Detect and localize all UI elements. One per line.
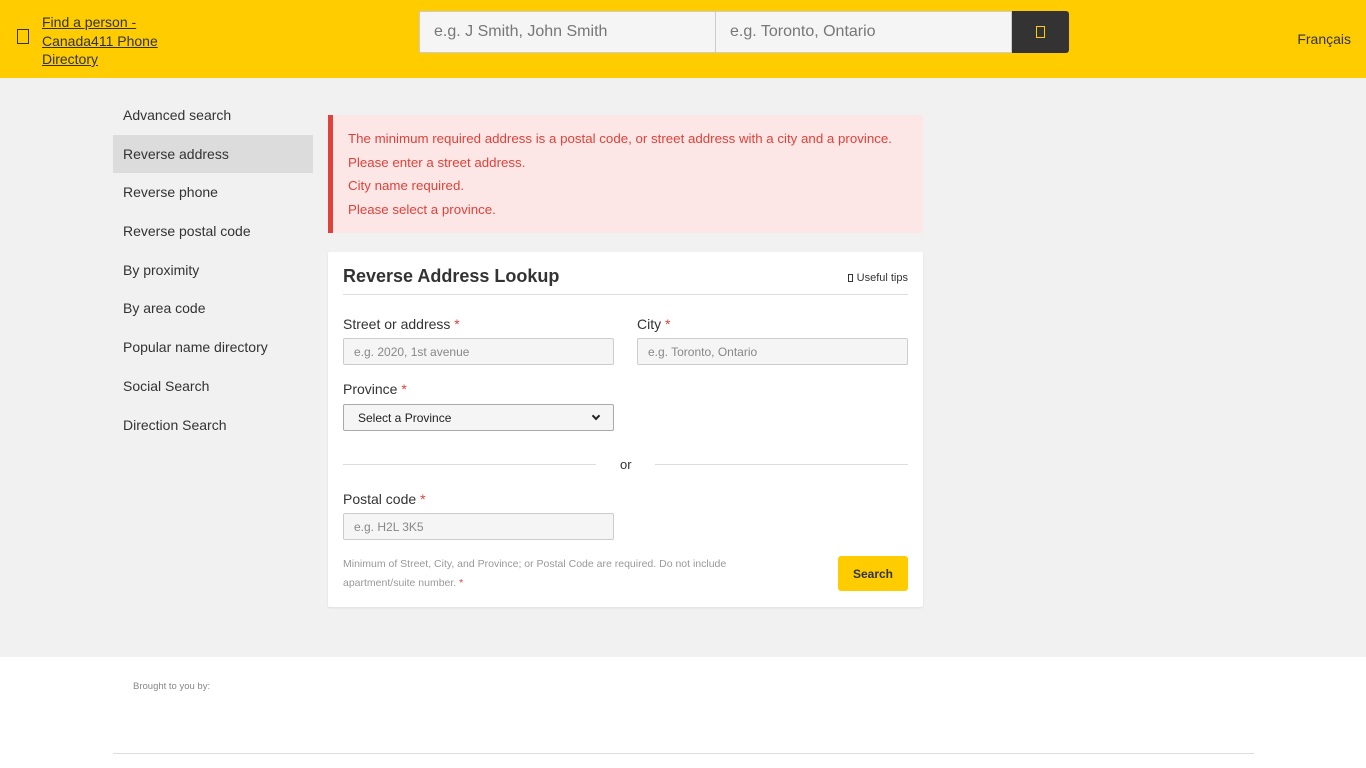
or-divider-left <box>343 464 596 465</box>
language-toggle-link[interactable]: Français <box>1297 31 1351 47</box>
chevron-down-icon <box>591 411 601 421</box>
search-icon <box>1036 26 1045 38</box>
city-label: City * <box>637 316 670 332</box>
city-label-text: City <box>637 316 662 332</box>
required-marker: * <box>420 491 426 507</box>
location-search-input[interactable] <box>716 11 1012 53</box>
form-help-text: Minimum of Street, City, and Province; o… <box>343 555 763 593</box>
help-text-body: Minimum of Street, City, and Province; o… <box>343 558 727 589</box>
site-footer: Brought to you by: <box>0 657 1366 768</box>
required-marker: * <box>665 316 671 332</box>
form-title: Reverse Address Lookup <box>343 266 560 286</box>
header-search-bar <box>419 11 1069 53</box>
alert-message: Please select a province. <box>348 202 496 218</box>
or-divider-right <box>655 464 908 465</box>
alert-message: Please enter a street address. <box>348 154 526 170</box>
logo-alt-text: Find a person - Canada411 Phone Director… <box>42 14 158 67</box>
sidebar-item-direction-search[interactable]: Direction Search <box>113 406 313 445</box>
sidebar-item-popular-name-directory[interactable]: Popular name directory <box>113 328 313 367</box>
province-label: Province * <box>343 381 407 397</box>
required-marker: * <box>454 316 460 332</box>
site-header: Find a person - Canada411 Phone Director… <box>0 0 1366 78</box>
street-address-input[interactable] <box>343 338 614 365</box>
useful-tips-link[interactable]: Useful tips <box>847 272 908 284</box>
lightbulb-icon <box>847 274 853 282</box>
required-marker: * <box>401 381 407 397</box>
hamburger-icon[interactable] <box>17 29 29 44</box>
sidebar-item-social-search[interactable]: Social Search <box>113 367 313 406</box>
province-label-text: Province <box>343 381 398 397</box>
brought-to-you-by-text: Brought to you by: <box>133 681 211 692</box>
alert-message: City name required. <box>348 178 465 194</box>
header-search-button[interactable] <box>1012 11 1069 53</box>
required-marker: * <box>459 577 464 589</box>
street-label: Street or address * <box>343 316 460 332</box>
site-logo-link[interactable]: Find a person - Canada411 Phone Director… <box>42 13 172 69</box>
sidebar-item-reverse-postal-code[interactable]: Reverse postal code <box>113 212 313 251</box>
city-input[interactable] <box>637 338 908 365</box>
sidebar-item-reverse-address[interactable]: Reverse address <box>113 134 313 174</box>
reverse-address-form-card: Reverse Address Lookup Useful tips Stree… <box>328 252 923 607</box>
title-divider <box>343 294 908 295</box>
province-select[interactable]: Select a Province <box>343 404 614 431</box>
or-separator-text: or <box>620 457 632 472</box>
name-search-input[interactable] <box>419 11 716 53</box>
sidebar-item-by-area-code[interactable]: By area code <box>113 289 313 328</box>
useful-tips-label: Useful tips <box>856 272 908 284</box>
sidebar-item-advanced-search[interactable]: Advanced search <box>113 96 313 135</box>
search-submit-button[interactable]: Search <box>838 556 908 591</box>
footer-divider <box>113 753 1254 754</box>
sidebar-item-by-proximity[interactable]: By proximity <box>113 251 313 290</box>
province-selected-value: Select a Province <box>358 410 452 425</box>
postal-code-input[interactable] <box>343 513 614 540</box>
alert-message: The minimum required address is a postal… <box>348 131 892 146</box>
sidebar-nav: Advanced search Reverse address Reverse … <box>113 96 313 444</box>
postal-code-label: Postal code * <box>343 491 426 507</box>
sidebar-item-reverse-phone[interactable]: Reverse phone <box>113 173 313 212</box>
street-label-text: Street or address <box>343 316 451 332</box>
error-alert: The minimum required address is a postal… <box>328 115 923 233</box>
postal-label-text: Postal code <box>343 491 417 507</box>
